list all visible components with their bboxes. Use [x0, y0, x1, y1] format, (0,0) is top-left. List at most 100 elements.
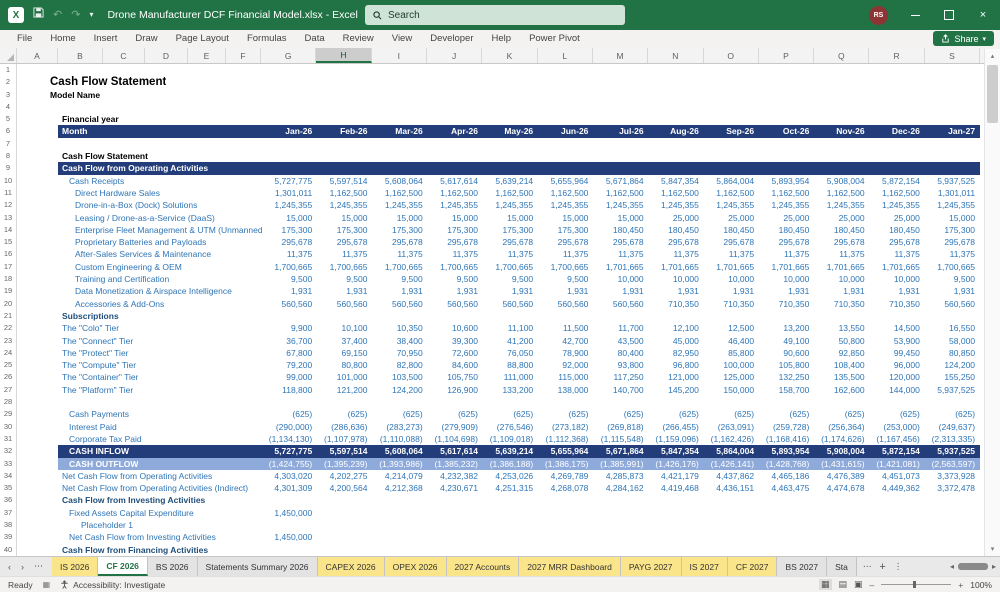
- row-number-40[interactable]: 40: [0, 543, 17, 556]
- cell[interactable]: (253,000): [870, 421, 925, 433]
- row-label[interactable]: Cash Payments: [69, 408, 129, 420]
- minimize-button[interactable]: [898, 0, 932, 30]
- row-label[interactable]: Model Name: [50, 89, 100, 101]
- cell[interactable]: 37,400: [317, 335, 372, 347]
- cell[interactable]: 11,375: [428, 248, 483, 260]
- cell[interactable]: 15,000: [925, 212, 980, 224]
- cell[interactable]: (1,386,188): [483, 458, 538, 470]
- cell[interactable]: (1,428,768): [759, 458, 814, 470]
- macro-record-icon[interactable]: ▦: [43, 580, 51, 589]
- cell[interactable]: (1,424,755): [262, 458, 317, 470]
- cell[interactable]: 710,350: [759, 298, 814, 310]
- cell[interactable]: 175,300: [317, 224, 372, 236]
- cell[interactable]: 5,671,864: [593, 445, 648, 457]
- cell[interactable]: 175,300: [925, 224, 980, 236]
- cell[interactable]: 82,950: [649, 347, 704, 359]
- sheet-tab-capex-2026[interactable]: CAPEX 2026: [317, 557, 385, 576]
- cell[interactable]: 155,250: [925, 371, 980, 383]
- cell[interactable]: 15,000: [483, 212, 538, 224]
- cell[interactable]: 121,000: [649, 371, 704, 383]
- cell[interactable]: (1,426,176): [649, 458, 704, 470]
- qat-customize-icon[interactable]: ▾: [89, 7, 93, 23]
- cell[interactable]: (1,431,615): [814, 458, 869, 470]
- cell[interactable]: 103,500: [372, 371, 427, 383]
- cell[interactable]: 5,872,154: [870, 175, 925, 187]
- select-all-corner[interactable]: [0, 48, 17, 63]
- cell[interactable]: 1,931: [925, 285, 980, 297]
- page-layout-view-button[interactable]: ▤: [839, 579, 848, 590]
- cell[interactable]: 1,931: [870, 285, 925, 297]
- cell[interactable]: (1,393,986): [372, 458, 427, 470]
- cell[interactable]: 85,800: [704, 347, 759, 359]
- cell[interactable]: 1,931: [538, 285, 593, 297]
- cell[interactable]: (266,455): [649, 421, 704, 433]
- cell[interactable]: 560,560: [428, 298, 483, 310]
- row-number-21[interactable]: 21: [0, 309, 17, 323]
- cell[interactable]: 1,301,011: [925, 187, 980, 199]
- cell[interactable]: Jun-26: [538, 125, 593, 137]
- cell[interactable]: [649, 507, 704, 519]
- normal-view-button[interactable]: ▦: [819, 579, 832, 590]
- cell[interactable]: 4,476,389: [814, 470, 869, 482]
- cell[interactable]: 150,000: [704, 384, 759, 396]
- cell[interactable]: Oct-26: [759, 125, 814, 137]
- cell[interactable]: [593, 531, 648, 543]
- menu-item-draw[interactable]: Draw: [126, 30, 166, 48]
- cell[interactable]: 72,600: [428, 347, 483, 359]
- cell[interactable]: 80,850: [925, 347, 980, 359]
- scroll-down-icon[interactable]: ▾: [985, 542, 1000, 556]
- scroll-right-icon[interactable]: ▸: [992, 562, 996, 571]
- cell[interactable]: 96,000: [870, 359, 925, 371]
- cell[interactable]: 1,245,355: [759, 199, 814, 211]
- cell[interactable]: 58,000: [925, 335, 980, 347]
- cell[interactable]: 295,678: [925, 236, 980, 248]
- cell[interactable]: 101,000: [317, 371, 372, 383]
- cell[interactable]: 1,931: [593, 285, 648, 297]
- cell[interactable]: 295,678: [372, 236, 427, 248]
- cell[interactable]: 5,847,354: [649, 445, 704, 457]
- cell[interactable]: (259,728): [759, 421, 814, 433]
- cell[interactable]: 4,268,078: [538, 482, 593, 494]
- cell[interactable]: 4,284,162: [593, 482, 648, 494]
- cell[interactable]: 14,500: [870, 322, 925, 334]
- cell[interactable]: (1,115,548): [593, 433, 648, 445]
- cell[interactable]: 45,000: [649, 335, 704, 347]
- cell[interactable]: Dec-26: [870, 125, 925, 137]
- cell[interactable]: 53,900: [870, 335, 925, 347]
- cell[interactable]: 4,230,671: [428, 482, 483, 494]
- cell[interactable]: 46,400: [704, 335, 759, 347]
- cell[interactable]: 4,303,020: [262, 470, 317, 482]
- cell[interactable]: 5,908,004: [814, 175, 869, 187]
- cell[interactable]: (1,386,175): [538, 458, 593, 470]
- cell[interactable]: (276,546): [483, 421, 538, 433]
- row-label[interactable]: CASH OUTFLOW: [69, 458, 138, 470]
- cell[interactable]: 4,253,026: [483, 470, 538, 482]
- cell[interactable]: 1,931: [483, 285, 538, 297]
- cell[interactable]: 1,245,355: [593, 199, 648, 211]
- row-number-25[interactable]: 25: [0, 359, 17, 372]
- vertical-scroll-thumb[interactable]: [987, 65, 998, 123]
- cell[interactable]: 105,750: [428, 371, 483, 383]
- cell[interactable]: 1,700,665: [483, 261, 538, 273]
- cell[interactable]: 180,450: [649, 224, 704, 236]
- cell[interactable]: 1,931: [704, 285, 759, 297]
- cell[interactable]: 1,931: [814, 285, 869, 297]
- cell[interactable]: 175,300: [372, 224, 427, 236]
- cell[interactable]: 115,000: [538, 371, 593, 383]
- cell[interactable]: Jan-26: [262, 125, 317, 137]
- cell[interactable]: 11,375: [483, 248, 538, 260]
- cell[interactable]: (625): [814, 408, 869, 420]
- cell[interactable]: (290,000): [262, 421, 317, 433]
- sheet-tab-statements-summary-2026[interactable]: Statements Summary 2026: [197, 557, 318, 576]
- row-number-39[interactable]: 39: [0, 531, 17, 544]
- cell[interactable]: 15,000: [262, 212, 317, 224]
- horizontal-scroll-thumb[interactable]: [957, 563, 988, 570]
- row-label[interactable]: Cash Flow from Investing Activities: [62, 494, 205, 506]
- row-number-38[interactable]: 38: [0, 518, 17, 532]
- page-break-view-button[interactable]: ▣: [854, 579, 863, 590]
- row-label[interactable]: Enterprise Fleet Management & UTM (Unman…: [75, 224, 262, 236]
- excel-app-icon[interactable]: X: [8, 7, 24, 23]
- cell[interactable]: [538, 507, 593, 519]
- cell[interactable]: 1,162,500: [649, 187, 704, 199]
- row-number-19[interactable]: 19: [0, 285, 17, 298]
